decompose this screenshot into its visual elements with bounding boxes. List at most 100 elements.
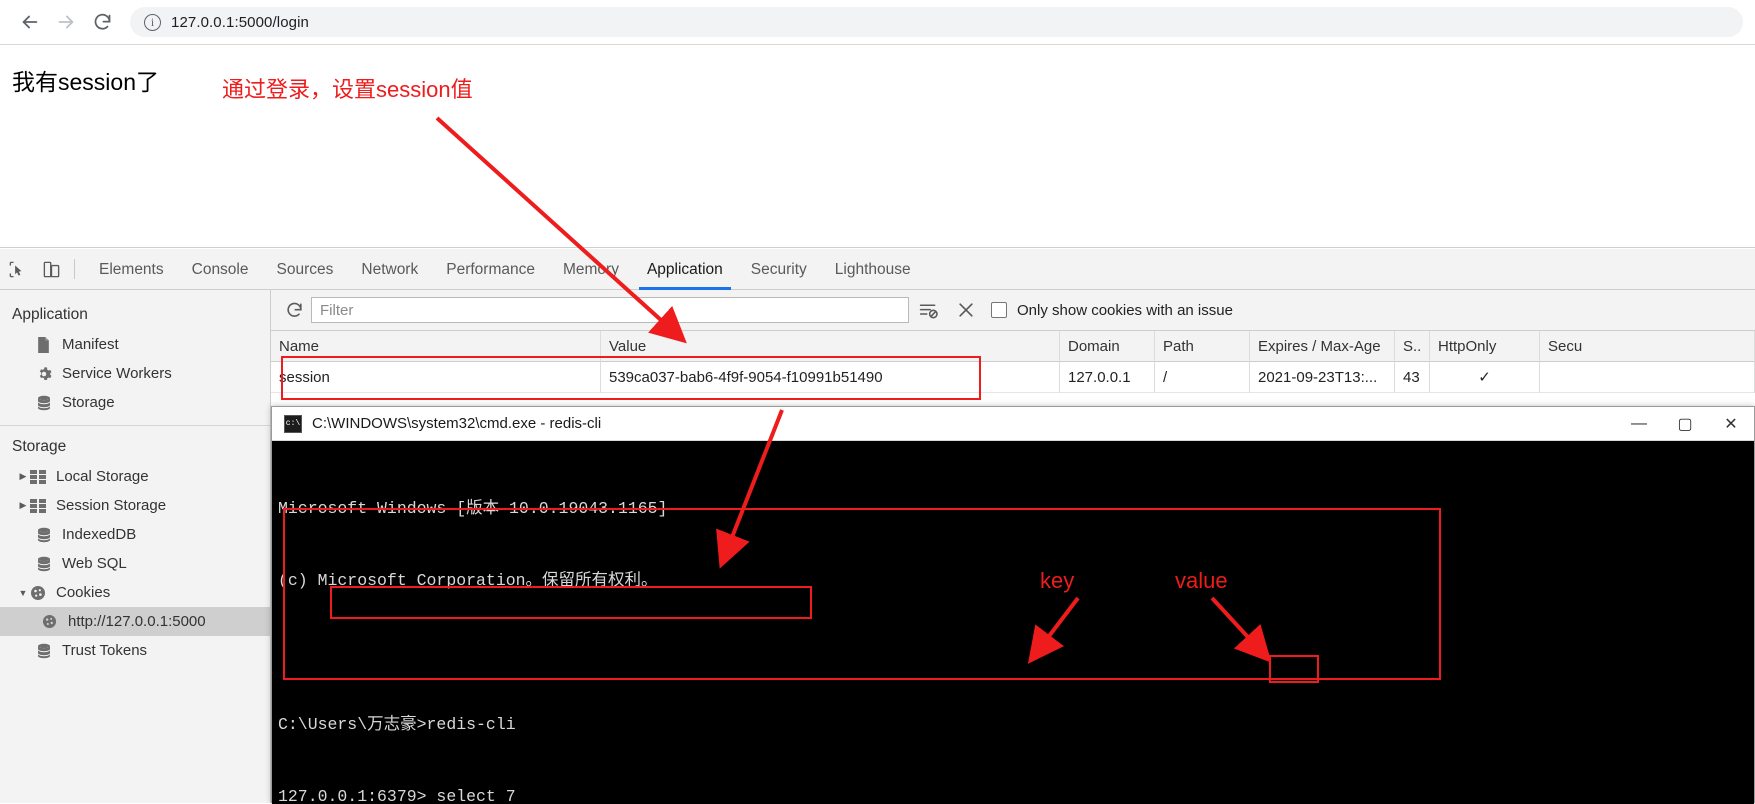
sidebar-item-label: Local Storage <box>56 468 149 485</box>
sidebar-item-label: Manifest <box>62 336 119 353</box>
reload-button[interactable] <box>84 4 120 40</box>
clear-all-cookies-icon[interactable] <box>947 293 985 327</box>
sidebar-item-label: Cookies <box>56 584 111 601</box>
column-header-domain[interactable]: Domain <box>1060 330 1155 362</box>
browser-toolbar: i 127.0.0.1:5000/login <box>0 0 1755 45</box>
address-bar[interactable]: i 127.0.0.1:5000/login <box>130 7 1743 37</box>
cmd-titlebar[interactable]: c:\ C:\WINDOWS\system32\cmd.exe - redis-… <box>272 407 1754 441</box>
cell-name[interactable]: session <box>271 361 601 393</box>
sidebar-item-manifest[interactable]: ▶ Manifest <box>0 330 270 359</box>
sidebar-item-label: http://127.0.0.1:5000 <box>68 613 206 630</box>
table-icon <box>30 498 52 513</box>
terminal-line: 127.0.0.1:6379> select 7 <box>278 787 516 804</box>
sidebar-item-label: Service Workers <box>62 365 172 382</box>
column-header-size[interactable]: S.. <box>1395 330 1430 362</box>
cell-secure[interactable] <box>1540 361 1755 393</box>
column-header-path[interactable]: Path <box>1155 330 1250 362</box>
cmd-app-icon: c:\ <box>284 414 302 433</box>
column-header-name[interactable]: Name <box>271 330 601 362</box>
cmd-terminal-output[interactable]: Microsoft Windows [版本 10.0.19043.1165] (… <box>272 441 1754 804</box>
cookie-filter-placeholder: Filter <box>320 301 354 319</box>
cell-domain[interactable]: 127.0.0.1 <box>1060 361 1155 393</box>
terminal-line: Microsoft Windows [版本 10.0.19043.1165] <box>278 499 668 518</box>
cell-expires[interactable]: 2021-09-23T13:... <box>1250 361 1395 393</box>
tab-sources[interactable]: Sources <box>263 249 348 290</box>
cookie-icon <box>42 614 64 629</box>
page-viewport: 我有session了 <box>0 45 1755 248</box>
sidebar-item-label: Storage <box>62 394 115 411</box>
column-header-secure[interactable]: Secu <box>1540 330 1755 362</box>
database-icon <box>36 527 58 543</box>
sidebar-item-service-workers[interactable]: ▶ Service Workers <box>0 359 270 388</box>
device-toolbar-icon[interactable] <box>34 252 68 286</box>
sidebar-item-cookies[interactable]: ▼ Cookies <box>0 578 270 607</box>
tab-security[interactable]: Security <box>737 249 821 290</box>
sidebar-item-session-storage[interactable]: ▶ Session Storage <box>0 491 270 520</box>
sidebar-item-cookie-origin[interactable]: http://127.0.0.1:5000 <box>0 607 270 636</box>
cell-value[interactable]: 539ca037-bab6-4f9f-9054-f10991b51490 <box>601 361 1060 393</box>
cell-path[interactable]: / <box>1155 361 1250 393</box>
cmd-window-title: C:\WINDOWS\system32\cmd.exe - redis-cli <box>312 415 602 432</box>
sidebar-divider <box>0 425 270 426</box>
sidebar-item-web-sql[interactable]: ▶ Web SQL <box>0 549 270 578</box>
terminal-line: (c) Microsoft Corporation。保留所有权利。 <box>278 571 658 590</box>
column-header-value[interactable]: Value <box>601 330 1060 362</box>
chevron-right-icon[interactable]: ▶ <box>16 471 30 482</box>
address-bar-url: 127.0.0.1:5000/login <box>171 13 309 31</box>
table-header-row: Name Value Domain Path Expires / Max-Age… <box>271 330 1755 362</box>
cmd-icon-label: c:\ <box>285 419 301 428</box>
table-row[interactable]: session 539ca037-bab6-4f9f-9054-f10991b5… <box>271 361 1755 393</box>
only-show-issues-label: Only show cookies with an issue <box>1017 301 1233 319</box>
sidebar-item-label: IndexedDB <box>62 526 137 543</box>
column-header-httponly[interactable]: HttpOnly <box>1430 330 1540 362</box>
tab-application[interactable]: Application <box>633 249 737 290</box>
sidebar-item-label: Session Storage <box>56 497 167 514</box>
tab-performance[interactable]: Performance <box>432 249 549 290</box>
cookies-table: Name Value Domain Path Expires / Max-Age… <box>271 330 1755 393</box>
sidebar-item-storage[interactable]: ▶ Storage <box>0 388 270 417</box>
forward-button[interactable] <box>48 4 84 40</box>
cookie-filter-input[interactable]: Filter <box>311 297 909 323</box>
page-title: 我有session了 <box>12 69 159 95</box>
sidebar-item-local-storage[interactable]: ▶ Local Storage <box>0 462 270 491</box>
gear-icon <box>36 366 58 382</box>
cell-httponly[interactable]: ✓ <box>1430 361 1540 393</box>
sidebar-item-label: Web SQL <box>62 555 127 572</box>
devtools-tabbar: Elements Console Sources Network Perform… <box>0 249 1755 290</box>
minimize-button[interactable]: — <box>1616 407 1662 441</box>
terminal-line: C:\Users\万志豪>redis-cli <box>278 715 516 734</box>
document-icon <box>36 336 58 353</box>
tab-memory[interactable]: Memory <box>549 249 633 290</box>
maximize-button[interactable]: ▢ <box>1662 407 1708 441</box>
database-icon <box>36 395 58 411</box>
table-icon <box>30 469 52 484</box>
tab-console[interactable]: Console <box>178 249 263 290</box>
back-button[interactable] <box>12 4 48 40</box>
cell-size[interactable]: 43 <box>1395 361 1430 393</box>
application-sidebar: Application ▶ Manifest ▶ Service Workers… <box>0 290 271 803</box>
tab-elements[interactable]: Elements <box>85 249 178 290</box>
toolbar-divider <box>74 259 75 279</box>
chevron-down-icon[interactable]: ▼ <box>16 588 30 598</box>
cursor-inspect-icon[interactable] <box>0 252 34 286</box>
close-button[interactable]: ✕ <box>1708 407 1754 441</box>
filter-clear-icon[interactable] <box>909 293 947 327</box>
cookie-icon <box>30 585 52 601</box>
cookies-toolbar: Filter Only show cookies with an issue <box>271 290 1755 331</box>
sidebar-section-application: Application <box>12 306 88 323</box>
refresh-cookies-button[interactable] <box>277 293 311 327</box>
checkbox-box[interactable] <box>991 302 1007 318</box>
sidebar-section-storage: Storage <box>12 438 67 455</box>
database-icon <box>36 556 58 572</box>
tab-lighthouse[interactable]: Lighthouse <box>821 249 925 290</box>
cmd-terminal-window: c:\ C:\WINDOWS\system32\cmd.exe - redis-… <box>271 406 1755 804</box>
tab-network[interactable]: Network <box>347 249 432 290</box>
info-circle-icon[interactable]: i <box>144 13 161 31</box>
sidebar-item-trust-tokens[interactable]: ▶ Trust Tokens <box>0 636 270 665</box>
only-show-issues-checkbox[interactable]: Only show cookies with an issue <box>991 302 1233 319</box>
column-header-expires[interactable]: Expires / Max-Age <box>1250 330 1395 362</box>
sidebar-item-indexeddb[interactable]: ▶ IndexedDB <box>0 520 270 549</box>
database-icon <box>36 643 58 659</box>
chevron-right-icon[interactable]: ▶ <box>16 500 30 511</box>
